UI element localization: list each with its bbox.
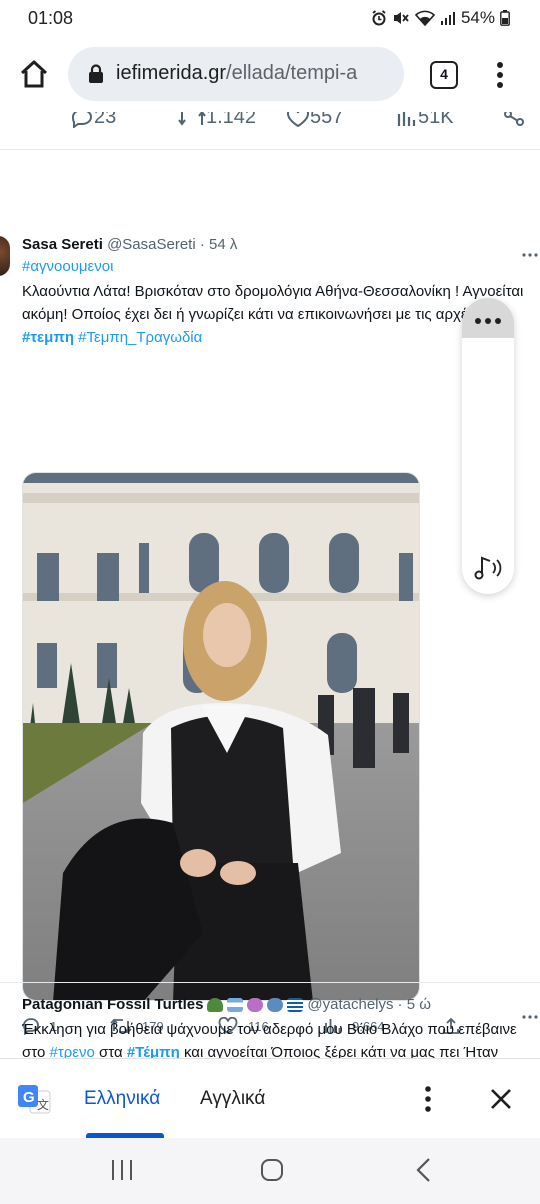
- chevron-left-icon: [416, 1158, 430, 1182]
- svg-text:G: G: [23, 1089, 35, 1106]
- prev-reply-action[interactable]: 23: [70, 112, 116, 129]
- divider: [0, 149, 540, 150]
- share-icon: [504, 112, 524, 126]
- previous-tweet-actions: 23 1.142 557 51K: [0, 112, 540, 132]
- battery-percent: 54%: [460, 8, 495, 27]
- svg-text:文: 文: [37, 1097, 49, 1112]
- address-bar[interactable]: iefimerida.gr/ellada/tempi-a: [68, 47, 404, 101]
- battery-icon: [500, 10, 510, 26]
- text-fragment: και αγνοείται Όποιος ξέρει κάτι να μας π…: [179, 1044, 499, 1058]
- author-handle[interactable]: @yatachelys: [307, 996, 393, 1013]
- back-button[interactable]: [414, 1157, 434, 1188]
- mute-icon: [392, 10, 410, 26]
- tweet-author-line: Sasa Sereti @SasaSereti · 54 λ: [22, 236, 237, 253]
- home-icon: [20, 60, 48, 88]
- hashtag-link[interactable]: #τρενο: [49, 1044, 94, 1058]
- prev-share-action[interactable]: [502, 112, 526, 129]
- tweet-photo[interactable]: [22, 472, 420, 1001]
- tab-source-language[interactable]: Ελληνικά: [84, 1088, 160, 1110]
- more-vert-icon: [425, 1086, 431, 1112]
- tweet-more-button[interactable]: [522, 242, 538, 263]
- prev-retweet-count: 1.142: [206, 112, 257, 128]
- tab-target-language[interactable]: Αγγλικά: [200, 1088, 265, 1110]
- hashtag-link[interactable]: #Τέμπη: [127, 1044, 180, 1058]
- status-time: 01:08: [28, 8, 74, 28]
- google-translate-icon: G文: [18, 1085, 52, 1120]
- woman-scientist-emoji-icon: [247, 997, 264, 1012]
- web-content: 23 1.142 557 51K Sasa Sereti @SasaSereti…: [0, 112, 540, 1058]
- flag-greece-icon: [287, 997, 304, 1012]
- tweet-time: · 5 ώ: [397, 996, 431, 1013]
- prev-views-count: 51K: [418, 112, 454, 128]
- alarm-icon: [371, 10, 387, 26]
- status-icons: 54%: [371, 8, 510, 28]
- recent-apps-icon: [112, 1160, 132, 1180]
- turtle-emoji-icon: [207, 997, 224, 1012]
- divider: [0, 982, 540, 983]
- music-audio-icon: [474, 556, 502, 580]
- tweet-line: Έκκληση για βοήθεια ψάχνουμε τον αδερφό …: [22, 1021, 517, 1038]
- home-button[interactable]: [18, 58, 50, 90]
- prev-like-action[interactable]: 557: [286, 112, 343, 129]
- home-nav-button[interactable]: [260, 1158, 284, 1187]
- read-aloud-button[interactable]: [472, 554, 504, 587]
- translate-bar: G文 Ελληνικά Αγγλικά: [0, 1058, 540, 1138]
- views-icon: [397, 112, 416, 126]
- author-name[interactable]: Sasa Sereti: [22, 236, 103, 253]
- tweet-text: Κλαούντια Λάτα! Βρισκόταν στο δρομολόγια…: [22, 280, 534, 349]
- system-navigation-bar: [0, 1138, 540, 1204]
- wifi-icon: [414, 10, 435, 26]
- signal-icon: [440, 10, 456, 26]
- browser-toolbar: iefimerida.gr/ellada/tempi-a 4: [0, 36, 540, 112]
- prev-like-count: 557: [310, 112, 344, 128]
- flag-argentina-icon: [227, 997, 244, 1012]
- text-fragment: στο: [22, 1044, 50, 1058]
- author-handle[interactable]: @SasaSereti: [107, 236, 196, 253]
- url-domain: iefimerida.gr: [116, 62, 227, 84]
- text-fragment: στα: [94, 1044, 127, 1058]
- panel-menu-button[interactable]: [462, 298, 514, 338]
- tweet-author-line: Patagonian Fossil Turtles @yatachelys · …: [22, 996, 431, 1013]
- reply-icon: [71, 112, 93, 129]
- translate-close-button[interactable]: [489, 1087, 513, 1116]
- floating-side-panel: [462, 298, 514, 594]
- hashtag-link[interactable]: #Τεμπη_Τραγωδία: [78, 329, 202, 346]
- tweet-text: Έκκληση για βοήθεια ψάχνουμε τον αδερφό …: [22, 1018, 540, 1058]
- more-vert-icon: [497, 62, 503, 88]
- heart-icon: [287, 112, 309, 127]
- url-text: iefimerida.gr/ellada/tempi-a: [116, 62, 357, 85]
- tweet-time: · 54 λ: [199, 236, 238, 253]
- prev-retweet-action[interactable]: 1.142: [178, 112, 256, 129]
- hashtag-link[interactable]: #αγνοουμενοι: [22, 258, 113, 275]
- photo-woman-in-front-of-palace: [23, 473, 419, 1000]
- prev-views-action[interactable]: 51K: [396, 112, 454, 129]
- man-scientist-emoji-icon: [267, 997, 284, 1012]
- tweet-line: στο #τρενο στα #Τέμπη και αγνοείται Όποι…: [22, 1041, 540, 1058]
- home-circle-icon: [261, 1159, 283, 1181]
- browser-menu-button[interactable]: [490, 60, 510, 90]
- author-name[interactable]: Patagonian Fossil Turtles: [22, 996, 203, 1013]
- status-bar: 01:08 54%: [0, 0, 540, 36]
- translate-menu-button[interactable]: [418, 1085, 438, 1118]
- tweet-body: Κλαούντια Λάτα! Βρισκόταν στο δρομολόγια…: [22, 283, 524, 323]
- lock-icon: [88, 64, 104, 89]
- url-path: /ellada/tempi-a: [226, 62, 358, 84]
- retweet-icon: [178, 112, 206, 126]
- avatar[interactable]: [0, 236, 10, 276]
- more-horiz-icon: [522, 253, 538, 257]
- prev-reply-count: 23: [94, 112, 117, 128]
- tab-switcher-button[interactable]: 4: [430, 61, 458, 89]
- recent-apps-button[interactable]: [110, 1158, 134, 1187]
- more-horiz-icon: [462, 308, 514, 328]
- close-icon: [491, 1089, 511, 1109]
- hashtag-link[interactable]: #τεμπη: [22, 329, 74, 346]
